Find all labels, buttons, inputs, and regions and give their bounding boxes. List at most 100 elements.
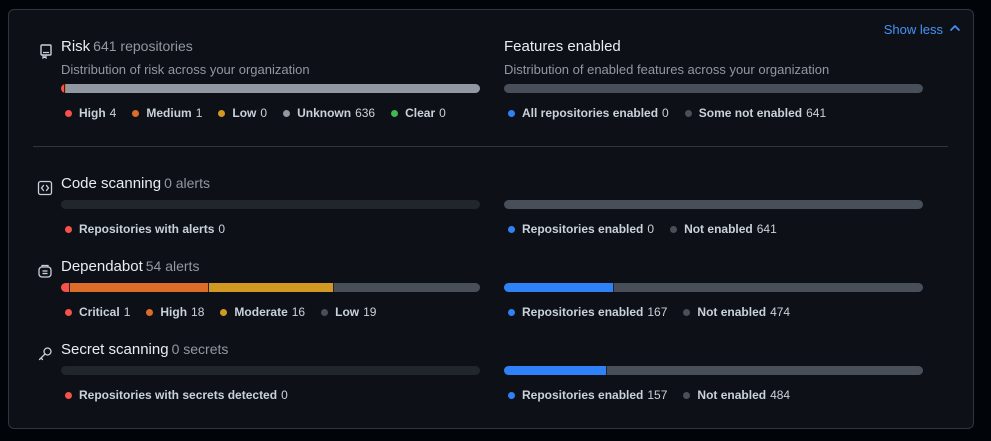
secret-scanning-title-label: Secret scanning: [61, 341, 169, 358]
risk-subtitle: Distribution of risk across your organiz…: [61, 62, 310, 77]
features-subtitle: Distribution of enabled features across …: [504, 62, 830, 77]
legend-label: Repositories enabled: [522, 222, 644, 236]
legend-dot: [508, 308, 515, 316]
legend-value: 474: [770, 305, 791, 319]
key-icon: [37, 346, 53, 362]
legend-value: 0: [281, 388, 288, 402]
bar-segment: [504, 200, 923, 209]
legend-item: Repositories enabled 167: [508, 305, 667, 319]
legend-item: High 4: [65, 106, 116, 120]
security-overview-panel: Show less Risk 641 repositories Distribut…: [8, 9, 974, 429]
legend-item: Repositories enabled 157: [508, 388, 667, 402]
legend-label: Repositories with alerts: [79, 222, 215, 236]
legend-dot: [508, 225, 515, 233]
legend-dot: [321, 308, 329, 316]
show-less-button[interactable]: Show less: [884, 22, 961, 37]
code-square-icon: [37, 180, 53, 196]
secret-scanning-alerts-bar: [61, 366, 480, 375]
legend-dot: [65, 225, 72, 233]
legend-dot: [391, 109, 399, 117]
legend-label: Not enabled: [684, 222, 753, 236]
legend-item: Medium 1: [132, 106, 202, 120]
legend-value: 167: [647, 305, 668, 319]
legend-label: High: [160, 305, 188, 319]
legend-item: Repositories with secrets detected 0: [65, 388, 288, 402]
dependabot-enabled-legend: Repositories enabled 167 Not enabled 474: [508, 305, 790, 319]
code-scanning-enabled-bar: [504, 200, 923, 209]
code-scanning-alerts-bar: [61, 200, 480, 209]
features-legend: All repositories enabled 0 Some not enable…: [508, 106, 826, 120]
legend-value: 0: [662, 106, 669, 120]
bar-segment: [69, 283, 209, 292]
legend-value: 0: [260, 106, 268, 120]
secret-scanning-enabled-legend: Repositories enabled 157 Not enabled 484: [508, 388, 790, 402]
legend-value: 19: [363, 305, 377, 319]
legend-label: Unknown: [297, 106, 352, 120]
legend-item: Not enabled 641: [670, 222, 777, 236]
dependabot-title-label: Dependabot: [61, 258, 143, 275]
dependabot-icon: [37, 263, 53, 279]
legend-item: Not enabled 484: [683, 388, 790, 402]
legend-label: Low: [232, 106, 257, 120]
legend-dot: [65, 308, 72, 316]
legend-item: Low 19: [321, 305, 376, 319]
bar-segment: [333, 283, 480, 292]
dependabot-count: 54 alerts: [145, 258, 200, 274]
legend-dot: [65, 109, 72, 117]
dependabot-title: Dependabot 54 alerts: [61, 258, 199, 275]
legend-dot: [670, 225, 678, 233]
legend-dot: [508, 391, 515, 399]
secret-scanning-title: Secret scanning 0 secrets: [61, 341, 228, 358]
legend-value: 0: [647, 222, 655, 236]
secret-scanning-count: 0 secrets: [171, 341, 229, 357]
section-divider: [33, 146, 948, 147]
dependabot-enabled-bar: [504, 283, 923, 292]
legend-label: High: [79, 106, 106, 120]
legend-value: 1: [123, 305, 131, 319]
bar-segment: [61, 84, 64, 93]
bar-segment: [607, 366, 923, 375]
dependabot-alerts-legend: Critical 1 High 18 Moderate 16 Low 19: [65, 305, 376, 319]
bar-segment: [504, 283, 613, 292]
bar-segment: [64, 84, 66, 93]
legend-item: Not enabled 474: [683, 305, 790, 319]
legend-item: High 18: [146, 305, 204, 319]
legend-value: 0: [439, 106, 446, 120]
legend-value: 1: [195, 106, 203, 120]
legend-label: Medium: [146, 106, 192, 120]
legend-value: 636: [355, 106, 376, 120]
show-less-label: Show less: [883, 22, 943, 37]
risk-title: Risk 641 repositories: [61, 38, 193, 55]
code-scanning-alerts-legend: Repositories with alerts 0: [65, 222, 225, 236]
legend-dot: [65, 391, 72, 399]
bar-segment: [66, 84, 480, 93]
legend-value: 0: [218, 222, 226, 236]
code-scanning-enabled-legend: Repositories enabled 0 Not enabled 641: [508, 222, 777, 236]
legend-item: Some not enabled 641: [684, 106, 826, 120]
legend-item: Unknown 636: [283, 106, 375, 120]
bar-segment: [504, 366, 607, 375]
legend-dot: [683, 391, 691, 399]
legend-item: Repositories with alerts 0: [65, 222, 225, 236]
legend-value: 641: [756, 222, 777, 236]
legend-item: Moderate 16: [220, 305, 305, 319]
risk-count: 641 repositories: [93, 38, 193, 54]
dependabot-alerts-bar: [61, 283, 480, 292]
bar-segment: [209, 283, 333, 292]
legend-item: Repositories enabled 0: [508, 222, 654, 236]
code-scanning-count: 0 alerts: [164, 175, 210, 191]
legend-value: 484: [770, 388, 791, 402]
repo-icon: [38, 43, 54, 59]
secret-scanning-alerts-legend: Repositories with secrets detected 0: [65, 388, 288, 402]
legend-dot: [508, 109, 515, 117]
legend-label: Repositories enabled: [522, 305, 644, 319]
legend-value: 18: [191, 305, 205, 319]
legend-label: All repositories enabled: [522, 106, 659, 120]
legend-label: Clear: [405, 106, 436, 120]
legend-value: 157: [647, 388, 668, 402]
risk-legend: High 4 Medium 1 Low 0 Unknown 636 Clear 0: [65, 106, 446, 120]
legend-label: Moderate: [234, 305, 288, 319]
legend-dot: [684, 109, 692, 117]
secret-scanning-enabled-bar: [504, 366, 923, 375]
code-scanning-title: Code scanning 0 alerts: [61, 175, 210, 192]
